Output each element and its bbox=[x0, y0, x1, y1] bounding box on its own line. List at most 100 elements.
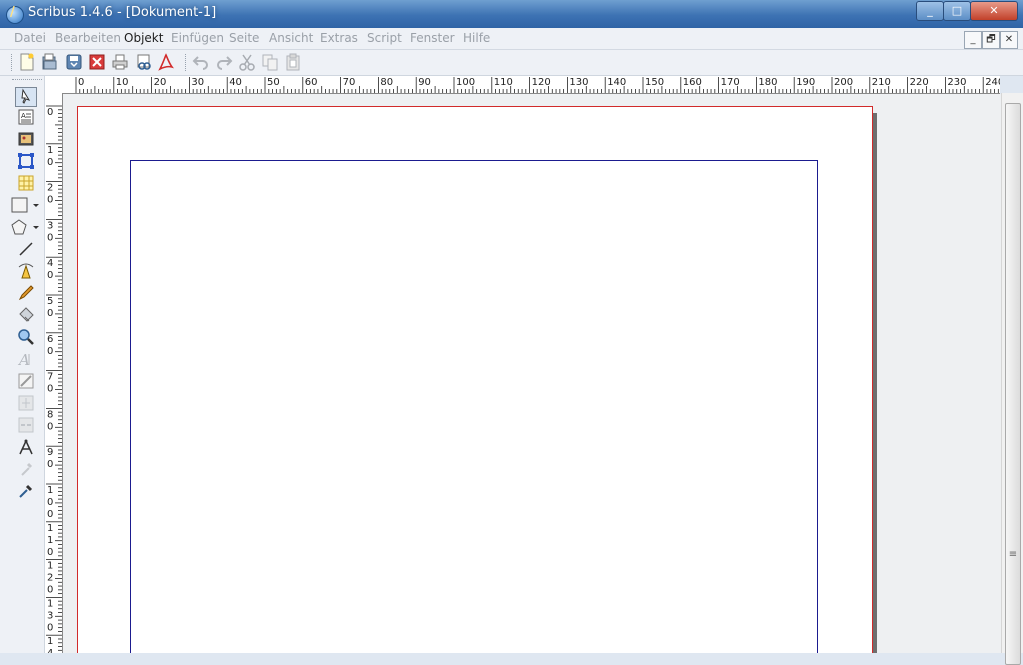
toolbar-grip[interactable] bbox=[11, 54, 14, 71]
new-document-icon[interactable] bbox=[18, 53, 36, 71]
vertical-ruler[interactable]: 010203040506070809010011012013014 bbox=[45, 93, 63, 653]
freehand-icon[interactable] bbox=[16, 284, 36, 302]
unlink-frames-icon[interactable] bbox=[16, 416, 36, 434]
export-pdf-icon[interactable] bbox=[157, 53, 175, 71]
vruler-label: 0 bbox=[47, 308, 53, 319]
menu-bearbeiten[interactable]: Bearbeiten bbox=[55, 31, 121, 45]
cut-icon[interactable] bbox=[238, 53, 256, 71]
main-toolbar bbox=[0, 50, 1023, 76]
menu-ansicht[interactable]: Ansicht bbox=[269, 31, 313, 45]
bezier-icon[interactable] bbox=[16, 262, 36, 280]
text-frame-icon[interactable]: A bbox=[16, 108, 36, 126]
hruler-label: 240 bbox=[985, 77, 1000, 88]
scrollbar-thumb[interactable]: ≡ bbox=[1005, 103, 1021, 665]
vruler-label: 4 bbox=[47, 258, 53, 269]
vruler-label: 0 bbox=[47, 497, 53, 508]
scribus-app-icon[interactable]: / bbox=[6, 5, 24, 24]
vruler-label: 0 bbox=[47, 107, 53, 118]
vruler-label: 3 bbox=[47, 610, 53, 621]
menu-script[interactable]: Script bbox=[367, 31, 402, 45]
menu-objekt[interactable]: Objekt bbox=[124, 31, 163, 45]
vruler-label: 7 bbox=[47, 372, 53, 383]
hruler-label: 30 bbox=[191, 77, 204, 88]
toolbox-grip[interactable] bbox=[12, 79, 42, 80]
eyedropper-icon[interactable] bbox=[16, 482, 36, 500]
hruler-label: 160 bbox=[683, 77, 702, 88]
vruler-label: 0 bbox=[47, 622, 53, 633]
minimize-button[interactable]: _ bbox=[916, 1, 944, 21]
hruler-label: 170 bbox=[721, 77, 740, 88]
vruler-label: 4 bbox=[47, 648, 53, 653]
render-frame-icon[interactable] bbox=[16, 152, 36, 170]
vruler-label: 1 bbox=[47, 598, 53, 609]
table-icon[interactable] bbox=[16, 174, 36, 192]
zoom-icon[interactable] bbox=[16, 328, 36, 346]
vertical-ruler-ticks: 010203040506070809010011012013014 bbox=[46, 105, 62, 653]
hruler-label: 0 bbox=[78, 77, 84, 88]
polygon-icon[interactable] bbox=[11, 218, 39, 236]
measure-icon[interactable] bbox=[16, 438, 36, 456]
preflight-icon[interactable] bbox=[135, 53, 153, 71]
svg-text:A: A bbox=[17, 351, 30, 368]
line-icon[interactable] bbox=[16, 240, 36, 258]
image-frame-icon[interactable] bbox=[16, 130, 36, 148]
menu-datei[interactable]: Datei bbox=[14, 31, 46, 45]
hruler-label: 150 bbox=[645, 77, 664, 88]
select-icon[interactable] bbox=[15, 87, 37, 107]
mdi-minimize-button[interactable]: _ bbox=[964, 31, 982, 49]
open-icon[interactable] bbox=[41, 53, 59, 71]
hruler-label: 200 bbox=[834, 77, 853, 88]
vruler-label: 0 bbox=[47, 384, 53, 395]
svg-text:A: A bbox=[21, 112, 26, 120]
document-canvas[interactable] bbox=[63, 94, 1001, 653]
hruler-label: 100 bbox=[456, 77, 475, 88]
hruler-label: 50 bbox=[267, 77, 280, 88]
hruler-label: 90 bbox=[418, 77, 431, 88]
mdi-restore-button[interactable]: 🗗 bbox=[982, 31, 1000, 49]
hruler-label: 110 bbox=[494, 77, 513, 88]
vruler-label: 0 bbox=[47, 232, 53, 243]
vruler-label: 1 bbox=[47, 636, 53, 647]
vruler-label: 2 bbox=[47, 573, 53, 584]
toolbar-grip-2[interactable] bbox=[185, 54, 188, 71]
story-editor-icon[interactable] bbox=[16, 372, 36, 390]
mdi-close-button[interactable]: ✕ bbox=[1000, 31, 1018, 49]
rotate-icon[interactable] bbox=[16, 306, 36, 324]
maximize-button[interactable]: □ bbox=[943, 1, 971, 21]
hruler-label: 60 bbox=[305, 77, 318, 88]
print-icon[interactable] bbox=[111, 53, 129, 71]
link-frames-icon[interactable] bbox=[16, 394, 36, 412]
copy-icon[interactable] bbox=[261, 53, 279, 71]
undo-icon[interactable] bbox=[192, 53, 210, 71]
menu-hilfe[interactable]: Hilfe bbox=[463, 31, 490, 45]
vruler-label: 6 bbox=[47, 334, 53, 345]
paste-icon[interactable] bbox=[284, 53, 302, 71]
horizontal-ruler-ticks: 0 10 20 30 40 50 60 70 80 90 100 110 120 130 140 150 160… bbox=[75, 77, 1000, 93]
vruler-label: 0 bbox=[47, 270, 53, 281]
vruler-label: 1 bbox=[47, 485, 53, 496]
document-page[interactable] bbox=[77, 106, 873, 653]
vruler-label: 0 bbox=[47, 195, 53, 206]
hruler-label: 220 bbox=[910, 77, 929, 88]
menu-fenster[interactable]: Fenster bbox=[410, 31, 455, 45]
save-icon[interactable] bbox=[65, 53, 83, 71]
shape-icon[interactable] bbox=[11, 196, 39, 214]
close-button[interactable]: ✕ bbox=[970, 1, 1018, 21]
edit-text-icon[interactable]: A bbox=[16, 350, 36, 369]
menu-extras[interactable]: Extras bbox=[320, 31, 358, 45]
title-bar: / Scribus 1.4.6 - [Dokument-1] _ □ ✕ bbox=[0, 0, 1023, 29]
menu-einfuegen[interactable]: Einfügen bbox=[171, 31, 224, 45]
vertical-scrollbar[interactable]: ≡ bbox=[1001, 93, 1023, 665]
hruler-label: 70 bbox=[343, 77, 356, 88]
close-document-icon[interactable] bbox=[88, 53, 106, 71]
scrollbar-grip-icon: ≡ bbox=[1008, 549, 1018, 560]
menu-seite[interactable]: Seite bbox=[229, 31, 259, 45]
vruler-label: 8 bbox=[47, 409, 53, 420]
vruler-label: 2 bbox=[47, 183, 53, 194]
redo-icon[interactable] bbox=[215, 53, 233, 71]
ruler-corner[interactable] bbox=[45, 76, 63, 94]
copy-properties-icon[interactable] bbox=[16, 460, 36, 478]
horizontal-ruler[interactable]: 0 10 20 30 40 50 60 70 80 90 100 110 120 130 140 150 160… bbox=[62, 76, 1000, 94]
vruler-label: 0 bbox=[47, 421, 53, 432]
vruler-label: 1 bbox=[47, 561, 53, 572]
